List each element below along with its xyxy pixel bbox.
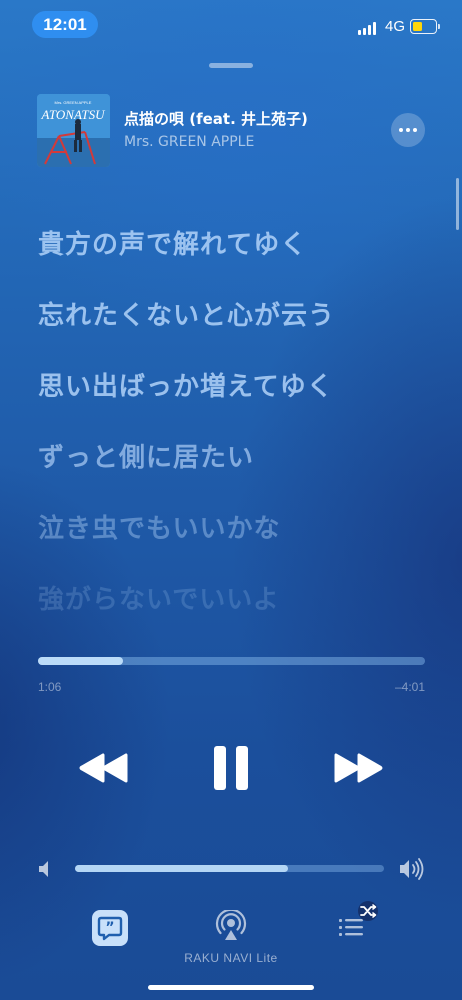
status-time[interactable]: 12:01 bbox=[32, 11, 98, 38]
lyric-line[interactable]: 泣き虫でもいいかな bbox=[38, 508, 280, 545]
battery-icon bbox=[410, 19, 440, 34]
more-options-button[interactable] bbox=[391, 113, 425, 147]
song-title[interactable]: 点描の唄 (feat. 井上苑子) bbox=[124, 108, 308, 129]
artwork-image: Mrs. GREEN APPLE ATONATSU bbox=[37, 94, 110, 167]
rewind-icon bbox=[79, 753, 128, 783]
rewind-button[interactable] bbox=[74, 748, 134, 788]
sheet-grabber[interactable] bbox=[209, 63, 253, 68]
lyric-line[interactable]: 忘れたくないと心が云う bbox=[38, 295, 335, 332]
lyric-line[interactable]: 強がらないでいいよ bbox=[38, 579, 280, 616]
airplay-icon bbox=[215, 908, 247, 940]
svg-text:”: ” bbox=[105, 920, 114, 936]
svg-text:Mrs. GREEN APPLE: Mrs. GREEN APPLE bbox=[55, 100, 92, 105]
fast-forward-icon bbox=[334, 753, 383, 783]
fast-forward-button[interactable] bbox=[328, 748, 388, 788]
speaker-low-icon bbox=[38, 860, 52, 878]
queue-button[interactable] bbox=[335, 900, 383, 942]
home-indicator[interactable] bbox=[148, 985, 314, 990]
queue-list-icon bbox=[339, 901, 378, 936]
progress-fill bbox=[38, 657, 124, 665]
volume-fill bbox=[75, 865, 289, 872]
play-pause-button[interactable] bbox=[206, 738, 256, 798]
airplay-button[interactable] bbox=[215, 908, 247, 942]
shuffle-icon bbox=[358, 901, 378, 921]
cellular-signal-icon bbox=[358, 22, 376, 35]
pause-icon bbox=[214, 746, 248, 790]
lyrics-scrollbar[interactable] bbox=[456, 178, 459, 230]
album-artwork[interactable]: Mrs. GREEN APPLE ATONATSU bbox=[37, 94, 110, 167]
network-type: 4G bbox=[385, 18, 406, 35]
lyric-line[interactable]: 思い出ばっか増えてゆく bbox=[38, 366, 334, 403]
remaining-time: –4:01 bbox=[394, 680, 425, 694]
lyric-line[interactable]: 貴方の声で解れてゆく bbox=[38, 224, 307, 261]
elapsed-time: 1:06 bbox=[38, 680, 62, 694]
ellipsis-icon bbox=[399, 128, 403, 132]
speaker-high-icon bbox=[399, 858, 425, 880]
song-artist[interactable]: Mrs. GREEN APPLE bbox=[124, 134, 254, 150]
playback-progress-slider[interactable] bbox=[38, 657, 425, 665]
artwork-title: ATONATSU bbox=[40, 107, 106, 122]
lyric-line[interactable]: ずっと側に居たい bbox=[38, 437, 254, 474]
lyrics-quote-icon: ” bbox=[97, 916, 123, 941]
airplay-device-label: RAKU NAVI Lite bbox=[184, 951, 278, 965]
lyrics-button[interactable]: ” bbox=[92, 910, 128, 946]
volume-slider[interactable] bbox=[75, 865, 384, 872]
